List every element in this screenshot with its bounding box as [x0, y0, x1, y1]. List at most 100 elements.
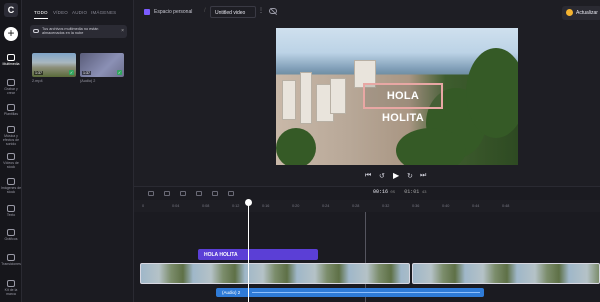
video-clip[interactable]: [412, 263, 600, 284]
ruler-tick: 0:12: [232, 204, 240, 208]
media-thumbnail-video[interactable]: 1:37 ✓: [32, 53, 76, 77]
timecode-readout: 00:16 05 01:01 43: [373, 189, 427, 195]
audio-waveform: [252, 292, 480, 293]
rail-item-label: Música y efectos de sonido: [2, 134, 20, 146]
redo-icon[interactable]: [164, 191, 170, 196]
cloud-notice: Tus archivos multimedia no están almacen…: [30, 25, 127, 38]
close-icon[interactable]: ×: [121, 28, 124, 34]
duration-label: 1:37: [34, 71, 43, 75]
building: [300, 72, 312, 124]
breadcrumb-separator: /: [204, 8, 206, 14]
rewind-5s-icon[interactable]: ↺: [379, 172, 385, 180]
tab-images[interactable]: IMÁGENES: [91, 10, 116, 15]
ruler-tick: 0:20: [292, 204, 300, 208]
rail-item-label: Vídeos de stock: [3, 161, 19, 169]
play-button[interactable]: ▶: [393, 171, 399, 180]
rail-item-label: Imágenes de stock: [0, 186, 22, 194]
tree: [396, 128, 466, 165]
update-button[interactable]: Actualizar: [562, 6, 600, 20]
cloud-notice-text: Tus archivos multimedia no están almacen…: [42, 27, 99, 36]
project-title-input[interactable]: Untitled video: [210, 6, 256, 18]
duration-label: 1:37: [82, 71, 91, 75]
check-icon: ✓: [69, 70, 74, 75]
graphics-icon: [7, 229, 15, 236]
active-tab-indicator: [34, 18, 48, 19]
music-icon: [7, 126, 15, 133]
rail-item-brand-kit[interactable]: Kit de la marca: [0, 278, 22, 300]
timeline-toolbar: [134, 186, 600, 200]
tab-todo[interactable]: TODO: [34, 10, 48, 15]
update-button-label: Actualizar: [576, 10, 598, 16]
ruler-tick: 0:28: [352, 204, 360, 208]
more-options-icon[interactable]: ⋮: [258, 7, 264, 14]
undo-icon[interactable]: [148, 191, 154, 196]
left-nav-rail: C + Multimedia Grabar y crear Plantillas…: [0, 0, 22, 302]
current-time-frames: 05: [390, 191, 396, 195]
tab-audio[interactable]: AUDIO: [72, 10, 87, 15]
current-time: 00:16: [373, 189, 389, 195]
preview-text-overlay[interactable]: HOLA HOLITA: [363, 83, 443, 124]
rail-item-stock-video[interactable]: Vídeos de stock: [0, 151, 22, 173]
transitions-icon: [7, 254, 15, 261]
brand-kit-icon: [7, 280, 15, 287]
rail-item-label: Plantillas: [3, 112, 18, 116]
duplicate-icon[interactable]: [212, 191, 218, 196]
rail-item-text[interactable]: Texto: [0, 203, 22, 225]
rail-item-label: Transiciones: [1, 262, 21, 266]
tab-video[interactable]: VÍDEO: [53, 10, 68, 15]
top-bar: Espacio personal / Untitled video ⋮: [134, 0, 600, 28]
building: [330, 78, 346, 114]
timeline-ruler[interactable]: 0 0:04 0:08 0:12 0:16 0:20 0:24 0:28 0:3…: [134, 200, 600, 212]
rail-item-transitions[interactable]: Transiciones: [0, 252, 22, 274]
ruler-tick: 0:44: [472, 204, 480, 208]
rail-item-graphics[interactable]: Gráficos: [0, 227, 22, 249]
templates-icon: [7, 104, 15, 111]
add-media-icon[interactable]: [228, 191, 234, 196]
tree: [276, 128, 316, 165]
rail-item-record[interactable]: Grabar y crear: [0, 77, 22, 99]
workspace-icon: [144, 9, 150, 15]
add-media-button[interactable]: +: [4, 27, 18, 41]
stock-image-icon: [7, 178, 15, 185]
playhead[interactable]: [248, 200, 249, 302]
audio-clip[interactable]: (Audio) 2: [216, 288, 484, 297]
ruler-tick: 0:32: [382, 204, 390, 208]
cloud-icon: [33, 29, 39, 33]
rail-item-label: Texto: [6, 213, 16, 217]
media-thumbnail-audio[interactable]: 1:37 ✓: [80, 53, 124, 77]
rail-item-stock-image[interactable]: Imágenes de stock: [0, 176, 22, 198]
rail-item-multimedia[interactable]: Multimedia: [0, 52, 22, 74]
ruler-tick: 0:24: [322, 204, 330, 208]
text-clip[interactable]: HOLA HOLITA: [198, 249, 318, 260]
ruler-tick: 0:08: [202, 204, 210, 208]
ruler-tick: 0:40: [442, 204, 450, 208]
crown-icon: [566, 9, 573, 16]
rail-item-music[interactable]: Música y efectos de sonido: [0, 124, 22, 146]
rail-item-label: Grabar y crear: [4, 87, 18, 95]
workspace-name[interactable]: Espacio personal: [154, 9, 192, 15]
rail-item-templates[interactable]: Plantillas: [0, 102, 22, 124]
audio-clip-label: (Audio) 2: [222, 290, 241, 295]
total-time-frames: 43: [421, 191, 427, 195]
video-clip[interactable]: [140, 263, 410, 284]
skip-forward-icon[interactable]: ⏭: [420, 172, 426, 180]
playhead-handle[interactable]: [245, 199, 252, 206]
ruler-tick: 0:16: [262, 204, 270, 208]
forward-5s-icon[interactable]: ↻: [407, 172, 413, 180]
ruler-tick: 0:48: [502, 204, 510, 208]
app-logo[interactable]: C: [4, 3, 18, 17]
skip-back-icon[interactable]: ⏮: [365, 172, 371, 180]
media-item-name: (Audio) 2: [80, 79, 96, 83]
check-icon: ✓: [117, 70, 122, 75]
ruler-tick: 0:04: [172, 204, 180, 208]
building: [282, 80, 296, 120]
rail-item-label: Multimedia: [2, 62, 20, 66]
split-icon[interactable]: [180, 191, 186, 196]
ruler-tick: 0: [142, 204, 145, 208]
record-icon: [7, 79, 15, 86]
delete-icon[interactable]: [196, 191, 202, 196]
total-time: 01:01: [404, 189, 420, 195]
stock-video-icon: [7, 153, 15, 160]
rail-item-label: Gráficos: [4, 237, 18, 241]
cloud-off-icon[interactable]: [269, 8, 277, 14]
